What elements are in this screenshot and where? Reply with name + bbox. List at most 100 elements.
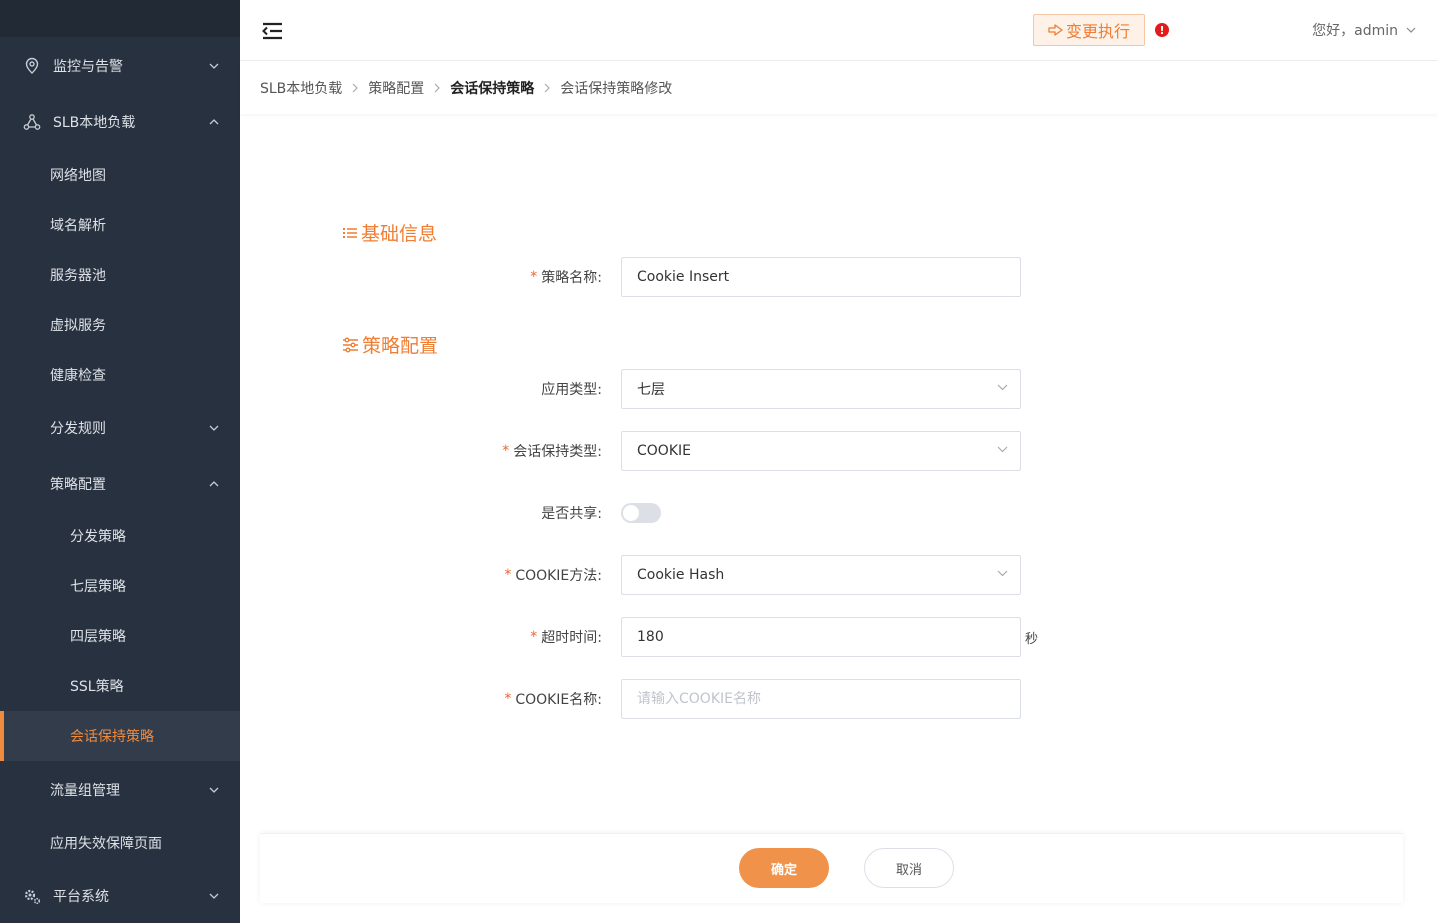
cookie-name-label: * COOKIE名称: xyxy=(504,679,602,719)
chevron-down-icon xyxy=(997,570,1008,577)
sidebar-item-label: 分发规则 xyxy=(50,421,106,437)
cookie-name-input[interactable] xyxy=(637,691,1020,707)
cookie-name-label-text: COOKIE名称: xyxy=(515,692,602,708)
sidebar-item-server-pool[interactable]: 服务器池 xyxy=(0,250,240,300)
session-type-label-text: 会话保持类型: xyxy=(513,444,602,460)
section-title-label: 基础信息 xyxy=(361,223,438,245)
sidebar-item-dispatch-rules[interactable]: 分发规则 xyxy=(0,400,240,456)
cookie-method-label-text: COOKIE方法: xyxy=(515,568,602,584)
confirm-button[interactable]: 确定 xyxy=(739,848,829,888)
change-execute-label: 变更执行 xyxy=(1065,24,1130,41)
timeout-field[interactable] xyxy=(621,617,1021,657)
sidebar-item-dns[interactable]: 域名解析 xyxy=(0,200,240,250)
sidebar-item-slb[interactable]: SLB本地负载 xyxy=(0,94,240,150)
shared-label: 是否共享: xyxy=(541,493,602,533)
app-type-select[interactable]: 七层 xyxy=(621,369,1021,409)
sidebar-item-label: 平台系统 xyxy=(53,889,109,905)
breadcrumb-item-current: 会话保持策略修改 xyxy=(560,80,673,97)
policy-name-label-text: 策略名称: xyxy=(541,270,602,286)
sidebar-item-label: SSL策略 xyxy=(70,679,124,695)
chevron-down-icon xyxy=(1406,27,1416,33)
cookie-method-label: * COOKIE方法: xyxy=(504,555,602,595)
cookie-method-value: Cookie Hash xyxy=(637,567,725,583)
shared-label-text: 是否共享: xyxy=(541,506,602,522)
menu-collapse-icon[interactable] xyxy=(261,21,283,41)
chevron-down-icon xyxy=(997,446,1008,453)
sidebar-item-virtual-service[interactable]: 虚拟服务 xyxy=(0,300,240,350)
sidebar-item-platform[interactable]: 平台系统 xyxy=(0,868,240,923)
chevron-right-icon xyxy=(544,83,551,93)
form-row-shared: 是否共享: xyxy=(240,493,1438,533)
cancel-button[interactable]: 取消 xyxy=(864,848,954,888)
sidebar-item-label: 域名解析 xyxy=(50,218,106,234)
chevron-down-icon xyxy=(208,890,220,902)
sidebar-item-policy-config[interactable]: 策略配置 xyxy=(0,456,240,512)
policy-name-field[interactable] xyxy=(621,257,1021,297)
sidebar: 监控与告警 SLB本地负载 网络地图 域名解析 服务器池 虚拟服务 健康检查 分… xyxy=(0,0,240,923)
user-menu[interactable]: 您好，admin xyxy=(1312,20,1416,40)
sidebar-item-label: 健康检查 xyxy=(50,368,106,384)
top-header: 变更执行 ! 您好，admin xyxy=(240,0,1438,61)
sidebar-item-label: 虚拟服务 xyxy=(50,318,106,334)
sidebar-item-l7-policy[interactable]: 七层策略 xyxy=(0,561,240,611)
network-nodes-icon xyxy=(22,112,42,132)
breadcrumb-item-policy-config[interactable]: 策略配置 xyxy=(368,78,424,98)
timeout-unit: 秒 xyxy=(1025,631,1039,647)
user-greeting: 您好，admin xyxy=(1312,23,1398,39)
form-row-policy-name: * 策略名称: xyxy=(240,257,1438,297)
sidebar-item-label: 四层策略 xyxy=(70,629,126,645)
form-row-timeout: *超时时间: 秒 xyxy=(240,617,1438,657)
sidebar-logo-area xyxy=(0,0,240,37)
location-pin-icon xyxy=(22,56,42,76)
required-mark: * xyxy=(504,691,512,707)
breadcrumb-item-session-persistence[interactable]: 会话保持策略 xyxy=(450,78,534,98)
section-title-basic: 基础信息 xyxy=(342,219,437,246)
alert-icon[interactable]: ! xyxy=(1155,23,1169,37)
chevron-up-icon xyxy=(208,116,220,128)
sidebar-item-network-map[interactable]: 网络地图 xyxy=(0,150,240,200)
form-row-app-type: 应用类型: 七层 xyxy=(240,369,1438,409)
chevron-right-icon xyxy=(434,83,441,93)
list-icon xyxy=(342,226,358,240)
cookie-method-select[interactable]: Cookie Hash xyxy=(621,555,1021,595)
sliders-icon xyxy=(342,337,359,353)
sidebar-item-ssl-policy[interactable]: SSL策略 xyxy=(0,661,240,711)
session-type-label: * 会话保持类型: xyxy=(502,431,602,471)
breadcrumb: SLB本地负载 策略配置 会话保持策略 会话保持策略修改 xyxy=(240,61,1438,114)
cookie-name-field[interactable] xyxy=(621,679,1021,719)
timeout-label-text: 超时时间: xyxy=(541,630,602,646)
sidebar-item-traffic-group[interactable]: 流量组管理 xyxy=(0,762,240,818)
sidebar-item-label: 会话保持策略 xyxy=(70,729,154,745)
required-mark: * xyxy=(502,443,510,459)
chevron-right-icon xyxy=(352,83,359,93)
gears-icon xyxy=(22,886,42,906)
breadcrumb-item-slb[interactable]: SLB本地负载 xyxy=(260,78,342,98)
chevron-down-icon xyxy=(208,422,220,434)
app-type-label-text: 应用类型: xyxy=(541,382,602,398)
form-footer: 确定 取消 xyxy=(260,833,1403,903)
chevron-down-icon xyxy=(208,60,220,72)
sidebar-item-label: 策略配置 xyxy=(50,477,106,493)
sidebar-item-label: 服务器池 xyxy=(50,268,106,284)
toggle-knob xyxy=(623,505,639,521)
policy-name-input[interactable] xyxy=(637,269,1020,285)
form-row-cookie-method: * COOKIE方法: Cookie Hash xyxy=(240,555,1438,595)
sidebar-item-session-persistence[interactable]: 会话保持策略 xyxy=(0,711,240,761)
chevron-up-icon xyxy=(208,478,220,490)
required-mark: * xyxy=(530,629,538,645)
sidebar-item-dispatch-policy[interactable]: 分发策略 xyxy=(0,511,240,561)
sidebar-item-label: 七层策略 xyxy=(70,579,126,595)
form-row-session-type: * 会话保持类型: COOKIE xyxy=(240,431,1438,471)
app-type-label: 应用类型: xyxy=(541,369,602,409)
sidebar-item-l4-policy[interactable]: 四层策略 xyxy=(0,611,240,661)
chevron-down-icon xyxy=(208,784,220,796)
sidebar-item-label: 分发策略 xyxy=(70,529,126,545)
sidebar-item-failover-page[interactable]: 应用失效保障页面 xyxy=(0,818,240,868)
session-type-select[interactable]: COOKIE xyxy=(621,431,1021,471)
sidebar-item-monitoring[interactable]: 监控与告警 xyxy=(0,38,240,94)
timeout-input[interactable] xyxy=(637,629,1020,645)
sidebar-item-label: 网络地图 xyxy=(50,168,106,184)
sidebar-item-health-check[interactable]: 健康检查 xyxy=(0,350,240,400)
change-execute-button[interactable]: 变更执行 xyxy=(1033,14,1145,46)
shared-toggle[interactable] xyxy=(621,503,661,523)
